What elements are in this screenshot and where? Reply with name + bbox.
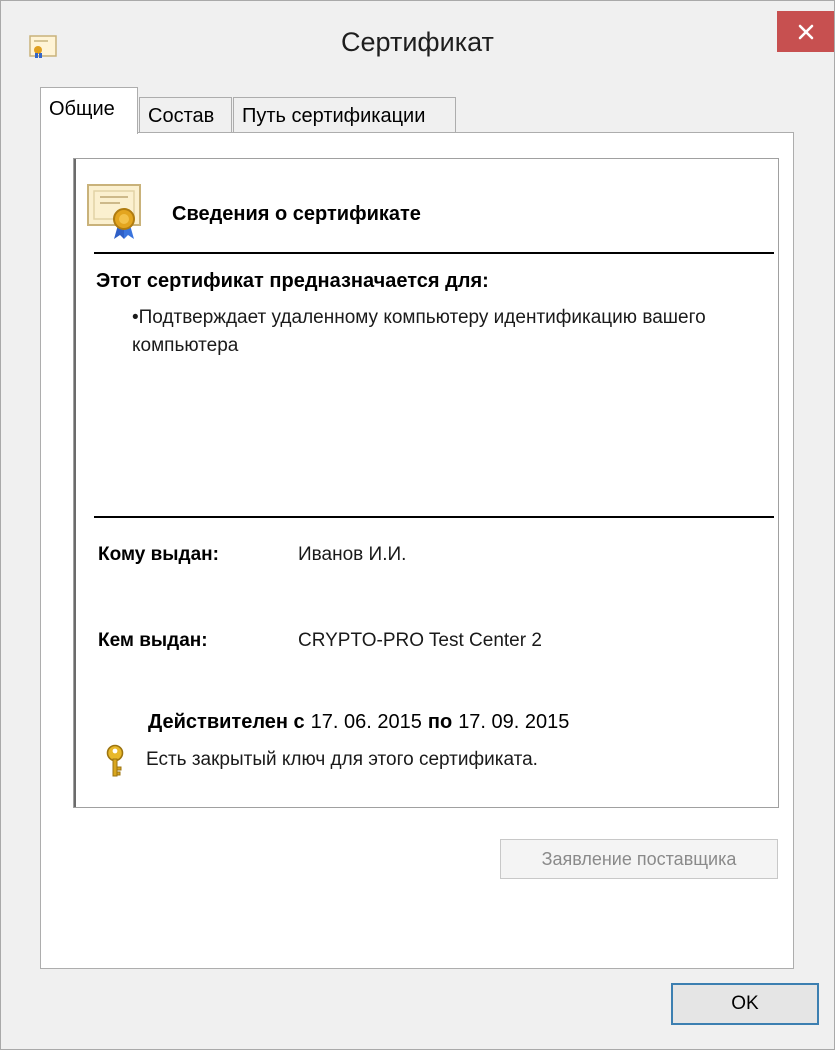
issued-by-label: Кем выдан: xyxy=(98,630,208,651)
title-bar: Сертификат xyxy=(1,1,834,89)
issued-by-value: CRYPTO-PRO Test Center 2 xyxy=(298,630,542,651)
private-key-note: Есть закрытый ключ для этого сертификата… xyxy=(146,749,538,770)
divider xyxy=(94,252,774,254)
validity-period: Действителен с 17. 06. 2015 по 17. 09. 2015 xyxy=(148,711,575,734)
close-button[interactable] xyxy=(777,11,834,52)
ok-button[interactable]: OK xyxy=(671,983,819,1025)
purpose-item: •Подтверждает удаленному компьютеру иден… xyxy=(132,307,706,356)
certificate-ribbon-icon xyxy=(87,184,141,239)
certificate-info-frame: Сведения о сертификате Этот сертификат п… xyxy=(73,158,779,808)
issued-to-label: Кому выдан: xyxy=(98,544,219,565)
valid-from-label: Действителен с xyxy=(148,711,305,733)
valid-to-date: 17. 09. 2015 xyxy=(458,711,570,733)
close-icon xyxy=(798,24,813,39)
certificate-dialog: Сертификат Общие Состав Путь сертификаци… xyxy=(0,0,835,1050)
window-title: Сертификат xyxy=(341,27,494,57)
key-icon xyxy=(106,744,124,777)
tab-certification-path[interactable]: Путь сертификации xyxy=(233,97,456,135)
tab-general[interactable]: Общие xyxy=(40,87,138,134)
tab-panel-general: Сведения о сертификате Этот сертификат п… xyxy=(40,132,794,969)
certificate-heading: Сведения о сертификате xyxy=(172,203,421,225)
valid-to-label: по xyxy=(427,711,453,733)
issuer-statement-button[interactable]: Заявление поставщика xyxy=(500,839,778,879)
issued-to-value: Иванов И.И. xyxy=(298,544,407,565)
purpose-title: Этот сертификат предназначается для: xyxy=(96,270,489,292)
tab-details[interactable]: Состав xyxy=(139,97,232,135)
divider xyxy=(94,516,774,518)
valid-from-date: 17. 06. 2015 xyxy=(310,711,422,733)
